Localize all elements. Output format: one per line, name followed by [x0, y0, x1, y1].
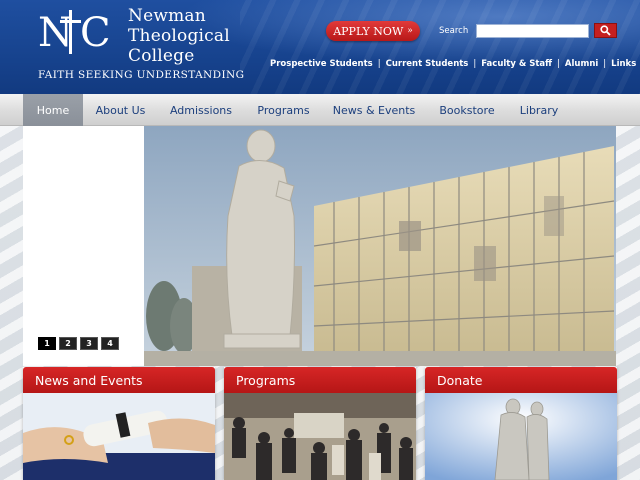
- site-header: N C Newman Theological College FAITH SEE…: [0, 0, 640, 94]
- diploma-handshake-photo[interactable]: [23, 393, 215, 480]
- nav-bookstore[interactable]: Bookstore: [435, 94, 499, 126]
- link-separator: |: [603, 59, 607, 69]
- campus-statue-illustration: [144, 126, 616, 366]
- ntc-logo-icon[interactable]: N C: [38, 6, 110, 54]
- link-faculty-staff[interactable]: Faculty & Staff: [481, 59, 552, 69]
- college-name-line: College: [128, 46, 195, 66]
- nav-news-events[interactable]: News & Events: [331, 94, 417, 126]
- crowd-event-photo[interactable]: [224, 393, 416, 480]
- hero-slide-image[interactable]: [144, 126, 616, 366]
- link-separator: |: [377, 59, 381, 69]
- search-input[interactable]: [476, 24, 589, 38]
- main-nav: Home About Us Admissions Programs News &…: [0, 94, 640, 126]
- double-chevron-right-icon: »: [407, 26, 413, 36]
- slide-page-3[interactable]: 3: [80, 337, 98, 350]
- crowd-illustration: [224, 393, 416, 480]
- link-current-students[interactable]: Current Students: [386, 59, 469, 69]
- nav-admissions[interactable]: Admissions: [164, 94, 238, 126]
- search-button[interactable]: [594, 23, 617, 38]
- magnifier-icon: [600, 25, 611, 36]
- saint-statue-photo[interactable]: [425, 393, 617, 480]
- college-name-line: Newman: [128, 6, 206, 26]
- link-separator: |: [557, 59, 560, 69]
- college-name-line: Theological: [128, 26, 230, 46]
- link-alumni[interactable]: Alumni: [565, 59, 598, 69]
- feature-title[interactable]: News and Events: [23, 367, 215, 393]
- tagline: FAITH SEEKING UNDERSTANDING: [38, 69, 245, 81]
- slider-pagination: 1 2 3 4: [38, 337, 119, 350]
- diploma-illustration: [23, 393, 215, 480]
- feature-donate[interactable]: Donate: [425, 367, 617, 480]
- feature-title[interactable]: Programs: [224, 367, 416, 393]
- feature-title[interactable]: Donate: [425, 367, 617, 393]
- slide-page-4[interactable]: 4: [101, 337, 119, 350]
- college-name[interactable]: Newman Theological College: [128, 6, 230, 66]
- apply-now-button[interactable]: APPLY NOW »: [326, 21, 420, 41]
- hero-left-panel: [23, 126, 144, 366]
- search-label: Search: [439, 26, 469, 36]
- nav-programs[interactable]: Programs: [252, 94, 315, 126]
- nav-home[interactable]: Home: [23, 94, 83, 126]
- link-prospective-students[interactable]: Prospective Students: [270, 59, 373, 69]
- logo-letter-c: C: [80, 10, 110, 54]
- nav-library[interactable]: Library: [516, 94, 562, 126]
- apply-now-label: APPLY NOW: [333, 24, 404, 38]
- link-links[interactable]: Links: [611, 59, 636, 69]
- logo-letter-n: N: [38, 10, 73, 54]
- feature-news-events[interactable]: News and Events: [23, 367, 215, 480]
- nav-about-us[interactable]: About Us: [88, 94, 153, 126]
- slide-page-1[interactable]: 1: [38, 337, 56, 350]
- link-separator: |: [473, 59, 477, 69]
- statue-illustration: [425, 393, 617, 480]
- feature-programs[interactable]: Programs: [224, 367, 416, 480]
- slide-page-2[interactable]: 2: [59, 337, 77, 350]
- audience-links: Prospective Students | Current Students …: [270, 59, 636, 69]
